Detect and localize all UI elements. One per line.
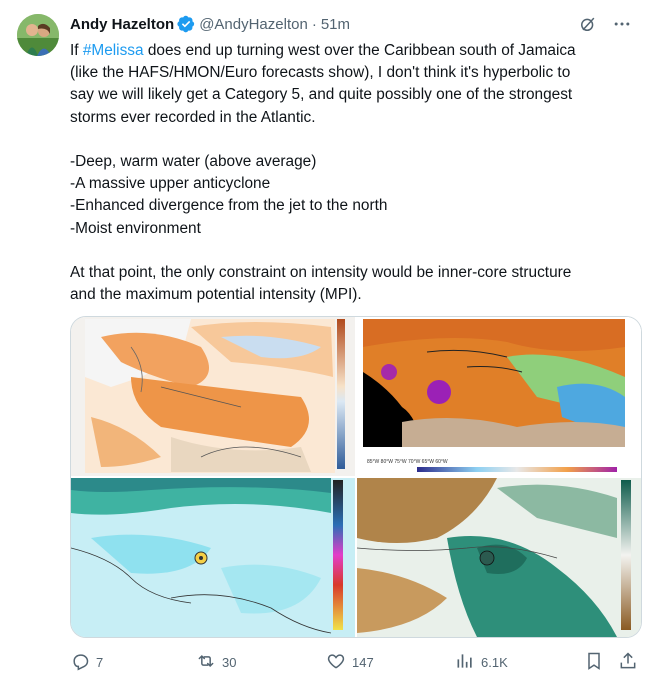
repost-icon [196,651,216,674]
tweet-text-body: does end up turning west over the Caribb… [70,42,576,304]
tweet-text-prefix: If [70,42,83,59]
sst-anomaly-image[interactable] [71,317,355,476]
reply-count: 7 [96,654,104,670]
svg-text:85°W 80°W 75°W 70°W 65°W 60°W: 85°W 80°W 75°W 70°W 65°W 60°W [367,459,448,465]
avatar[interactable] [17,14,59,56]
views-count: 6.1K [481,654,508,670]
author-name[interactable]: Andy Hazelton [70,16,174,33]
bookmark-button[interactable] [584,650,604,674]
author-handle[interactable]: @AndyHazelton [199,16,308,33]
media-grid[interactable]: 85°W 80°W 75°W 70°W 65°W 60°W [70,316,642,638]
anticyclone-image[interactable]: 85°W 80°W 75°W 70°W 65°W 60°W [357,317,641,476]
views-button[interactable]: 6.1K [455,650,508,674]
top-actions [578,14,632,39]
separator-dot: · [311,15,317,33]
reply-icon [70,651,90,674]
like-count: 147 [352,654,374,670]
tweet-text: If #Melissa does end up turning west ove… [70,40,635,306]
tweet: Andy Hazelton @AndyHazelton · 51m If #Me… [0,0,652,687]
grok-icon[interactable] [578,14,598,39]
repost-count: 30 [222,654,237,670]
tweet-header: Andy Hazelton @AndyHazelton · 51m [70,14,350,34]
reply-button[interactable]: 7 [70,650,103,674]
like-button[interactable]: 147 [326,650,374,674]
share-button[interactable] [618,650,638,674]
more-icon[interactable] [612,14,632,39]
divergence-jet-image[interactable] [71,478,355,637]
verified-badge-icon [177,15,195,33]
moisture-image[interactable] [357,478,641,637]
views-icon [455,651,475,674]
share-icon [618,651,638,674]
like-icon [326,651,346,674]
action-bar: 7 30 147 6.1K [70,650,640,674]
hashtag-link[interactable]: #Melissa [83,42,144,59]
bookmark-icon [584,651,604,674]
timestamp[interactable]: 51m [321,16,350,33]
repost-button[interactable]: 30 [196,650,236,674]
